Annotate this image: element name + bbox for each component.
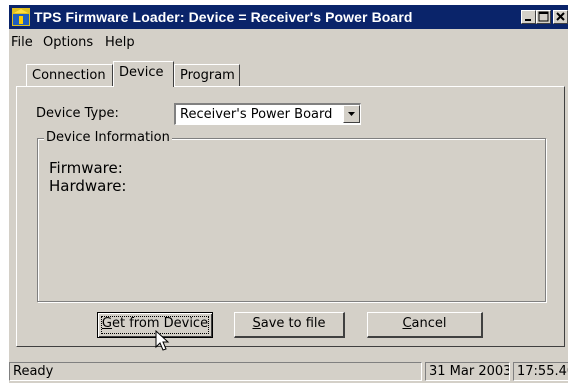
firmware-label: Firmware: — [49, 159, 123, 177]
menu-file[interactable]: File — [11, 35, 33, 50]
device-tab-panel: Device Type: Receiver's Power Board Devi… — [16, 86, 565, 347]
device-information-group: Device Information Firmware: Hardware: — [37, 130, 546, 302]
app-icon — [12, 8, 30, 26]
menu-bar: File Options Help — [9, 31, 568, 53]
tab-device[interactable]: Device — [113, 61, 174, 87]
app-window: TPS Firmware Loader: Device = Receiver's… — [9, 5, 568, 383]
cancel-mnemonic: C — [402, 316, 412, 331]
save-to-file-button[interactable]: Save to file — [234, 312, 345, 338]
save-mnemonic: S — [252, 316, 261, 331]
menu-options[interactable]: Options — [43, 35, 93, 50]
cancel-label-rest: ancel — [411, 316, 447, 331]
close-icon — [556, 12, 565, 21]
status-bar: Ready 31 Mar 2003 17:55.40 — [9, 360, 568, 383]
device-type-select[interactable]: Receiver's Power Board — [174, 103, 361, 125]
status-date: 31 Mar 2003 — [425, 362, 510, 381]
status-text: Ready — [9, 362, 422, 381]
hardware-label: Hardware: — [49, 177, 127, 195]
menu-help[interactable]: Help — [105, 35, 135, 50]
window-title: TPS Firmware Loader: Device = Receiver's… — [34, 9, 413, 25]
device-information-title: Device Information — [44, 130, 172, 145]
device-type-label: Device Type: — [36, 106, 119, 121]
minimize-button[interactable] — [521, 10, 536, 24]
status-time: 17:55.40 — [513, 362, 568, 381]
minimize-icon — [525, 19, 531, 21]
device-type-dropdown-button[interactable] — [343, 105, 360, 123]
title-bar[interactable]: TPS Firmware Loader: Device = Receiver's… — [9, 5, 568, 29]
mouse-cursor-icon — [155, 330, 170, 351]
tab-connection[interactable]: Connection — [26, 64, 113, 87]
cancel-button[interactable]: Cancel — [367, 312, 483, 338]
maximize-icon — [538, 11, 549, 22]
save-label-rest: ave to file — [260, 316, 326, 331]
maximize-button[interactable] — [536, 10, 551, 24]
tab-control: Connection Device Program Device Type: R… — [16, 61, 565, 347]
chevron-down-icon — [348, 112, 355, 116]
device-type-value: Receiver's Power Board — [180, 107, 333, 122]
close-button[interactable] — [553, 10, 568, 24]
tab-program[interactable]: Program — [174, 64, 240, 87]
